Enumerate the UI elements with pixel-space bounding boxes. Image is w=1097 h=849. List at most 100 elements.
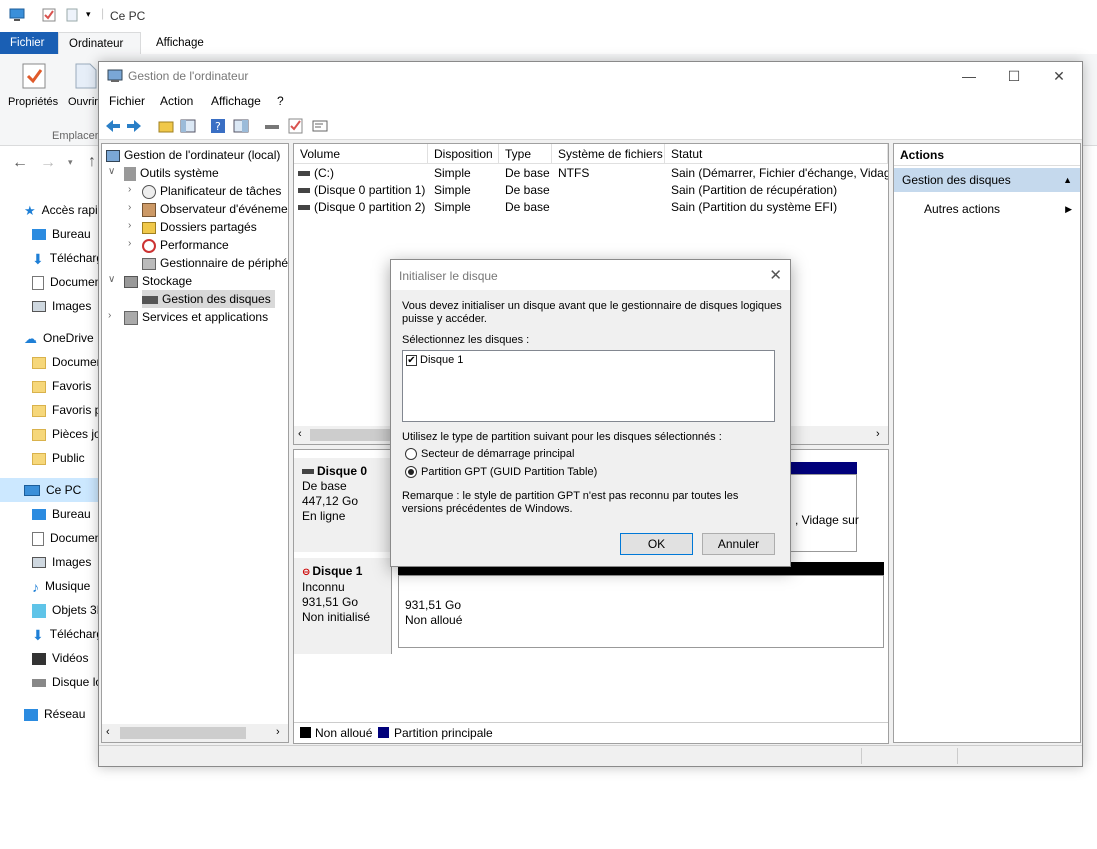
- dialog-intro: Vous devez initialiser un disque avant q…: [402, 300, 782, 325]
- cube-icon: [32, 603, 46, 618]
- chevron-down-icon[interactable]: ∨: [108, 274, 115, 285]
- disk0-size: 447,12 Go: [302, 494, 359, 508]
- disk1-label[interactable]: ⊖ Disque 1 Inconnu 931,51 Go Non initiali…: [294, 558, 392, 654]
- scroll-left-icon[interactable]: ‹: [298, 428, 302, 440]
- mmc-title-bar: Gestion de l'ordinateur — ☐ ✕: [99, 62, 1082, 90]
- column-disposition[interactable]: Disposition: [428, 144, 499, 164]
- tab-affichage[interactable]: Affichage: [146, 32, 214, 54]
- disk-checkbox-item[interactable]: ✔ Disque 1: [406, 354, 463, 366]
- close-button[interactable]: ✕: [1044, 66, 1074, 86]
- tree-device-manager[interactable]: Gestionnaire de périphériques: [142, 254, 288, 272]
- mmc-menu-bar: Fichier Action Affichage ?: [99, 90, 1082, 112]
- tree-performance[interactable]: Performance: [142, 236, 229, 254]
- forward-arrow-icon[interactable]: →: [40, 154, 56, 172]
- cell-layout: Simple: [434, 183, 471, 197]
- column-status[interactable]: Statut: [665, 144, 888, 164]
- cell-volume: (Disque 0 partition 1): [314, 183, 426, 197]
- ok-button[interactable]: OK: [620, 533, 693, 555]
- disk-listbox[interactable]: ✔ Disque 1: [402, 350, 775, 422]
- collapse-up-icon[interactable]: ▲: [1063, 168, 1072, 192]
- cancel-button[interactable]: Annuler: [702, 533, 775, 555]
- menu-fichier[interactable]: Fichier: [109, 94, 145, 108]
- chevron-right-icon[interactable]: ›: [128, 184, 131, 195]
- legend-swatch-unallocated: [300, 727, 311, 738]
- scroll-right-icon[interactable]: ›: [276, 726, 280, 738]
- disk1-size: 931,51 Go: [302, 595, 359, 609]
- partition-bar: [788, 462, 857, 474]
- disk0-kind: De base: [302, 479, 347, 493]
- cell-status: Sain (Partition de récupération): [671, 183, 838, 197]
- tree-shared-folders[interactable]: Dossiers partagés: [142, 218, 257, 236]
- properties-pane-icon[interactable]: [232, 117, 250, 135]
- unallocated-region[interactable]: 931,51 Go Non alloué: [398, 575, 884, 648]
- column-type[interactable]: Type: [499, 144, 552, 164]
- connect-icon[interactable]: [263, 117, 281, 135]
- radio-gpt[interactable]: Partition GPT (GUID Partition Table): [405, 466, 597, 479]
- chevron-right-icon[interactable]: ›: [128, 220, 131, 231]
- check-icon[interactable]: [287, 117, 305, 135]
- up-arrow-icon[interactable]: ↑: [88, 153, 96, 171]
- console-tree: Gestion de l'ordinateur (local) ∨ Outils…: [101, 143, 289, 743]
- action-more-actions[interactable]: Autres actions ▶: [924, 200, 1080, 218]
- partition-block[interactable]: , Vidage sur: [788, 474, 859, 552]
- menu-action[interactable]: Action: [160, 94, 193, 108]
- partition-status: , Vidage sur: [795, 513, 859, 527]
- open-button[interactable]: Ouvrir: [68, 96, 98, 108]
- action-disk-management[interactable]: Gestion des disques ▲: [894, 168, 1080, 192]
- menu-affichage[interactable]: Affichage: [211, 94, 261, 108]
- maximize-button[interactable]: ☐: [999, 66, 1029, 86]
- console-icon[interactable]: [311, 117, 329, 135]
- performance-icon: [142, 238, 156, 253]
- radio-mbr[interactable]: Secteur de démarrage principal: [405, 448, 574, 461]
- column-filesystem[interactable]: Système de fichiers: [552, 144, 665, 164]
- properties-check-icon[interactable]: [42, 8, 56, 25]
- menu-help[interactable]: ?: [277, 94, 284, 108]
- tree-disk-management[interactable]: Gestion des disques: [142, 290, 275, 308]
- desktop-folder-icon: [32, 509, 46, 521]
- cell-volume: (Disque 0 partition 2): [314, 200, 426, 214]
- disk1-state: Non initialisé: [302, 610, 371, 624]
- tree-services-applications[interactable]: Services et applications: [124, 308, 268, 326]
- sidebar-item-ce-pc[interactable]: Ce PC: [0, 478, 100, 502]
- tree-storage[interactable]: Stockage: [124, 272, 192, 290]
- scroll-right-icon[interactable]: ›: [876, 428, 880, 440]
- error-icon: ⊖: [302, 567, 311, 578]
- help-icon[interactable]: ?: [209, 117, 227, 135]
- show-hide-tree-icon[interactable]: [179, 117, 197, 135]
- legend: Non alloué Partition principale: [294, 722, 888, 742]
- up-folder-icon[interactable]: [157, 117, 175, 135]
- legend-swatch-primary: [378, 727, 389, 738]
- tree-root[interactable]: Gestion de l'ordinateur (local): [106, 146, 280, 164]
- radio-button[interactable]: [405, 448, 417, 461]
- chevron-right-icon[interactable]: ›: [108, 310, 111, 321]
- minimize-button[interactable]: —: [954, 66, 984, 86]
- tab-ordinateur[interactable]: Ordinateur: [58, 32, 141, 54]
- checkbox-checked[interactable]: ✔: [406, 354, 417, 366]
- cloud-icon: ☁: [24, 330, 37, 346]
- chevron-down-icon[interactable]: ∨: [108, 166, 115, 177]
- forward-arrow-icon[interactable]: [125, 117, 143, 135]
- radio-button-selected[interactable]: [405, 466, 417, 479]
- chevron-right-icon[interactable]: ›: [128, 202, 131, 213]
- properties-button[interactable]: Propriétés: [8, 96, 58, 108]
- scroll-thumb[interactable]: [120, 727, 246, 739]
- download-icon: ⬇: [32, 250, 44, 267]
- back-arrow-icon[interactable]: ←: [12, 154, 28, 172]
- chevron-right-icon[interactable]: ›: [128, 238, 131, 249]
- download-icon: ⬇: [32, 626, 44, 643]
- scroll-left-icon[interactable]: ‹: [106, 726, 110, 738]
- tree-hscrollbar[interactable]: ‹ ›: [102, 724, 288, 742]
- tree-task-scheduler[interactable]: Planificateur de tâches: [142, 182, 281, 200]
- disk-management-icon: [142, 295, 158, 304]
- tree-system-tools[interactable]: Outils système: [124, 164, 219, 182]
- tab-fichier[interactable]: Fichier: [0, 32, 58, 54]
- column-volume[interactable]: Volume: [294, 144, 428, 164]
- new-folder-icon[interactable]: [66, 8, 78, 25]
- recent-dropdown-icon[interactable]: ▾: [68, 157, 73, 168]
- qat-dropdown-icon[interactable]: ▾: [86, 9, 91, 20]
- back-arrow-icon[interactable]: [104, 117, 122, 135]
- disk0-label[interactable]: Disque 0 De base 447,12 Go En ligne: [294, 458, 392, 552]
- tree-event-viewer[interactable]: Observateur d'événements: [142, 200, 288, 218]
- cell-status: Sain (Démarrer, Fichier d'échange, Vidag…: [671, 166, 888, 180]
- dialog-close-icon[interactable]: ✕: [769, 266, 782, 284]
